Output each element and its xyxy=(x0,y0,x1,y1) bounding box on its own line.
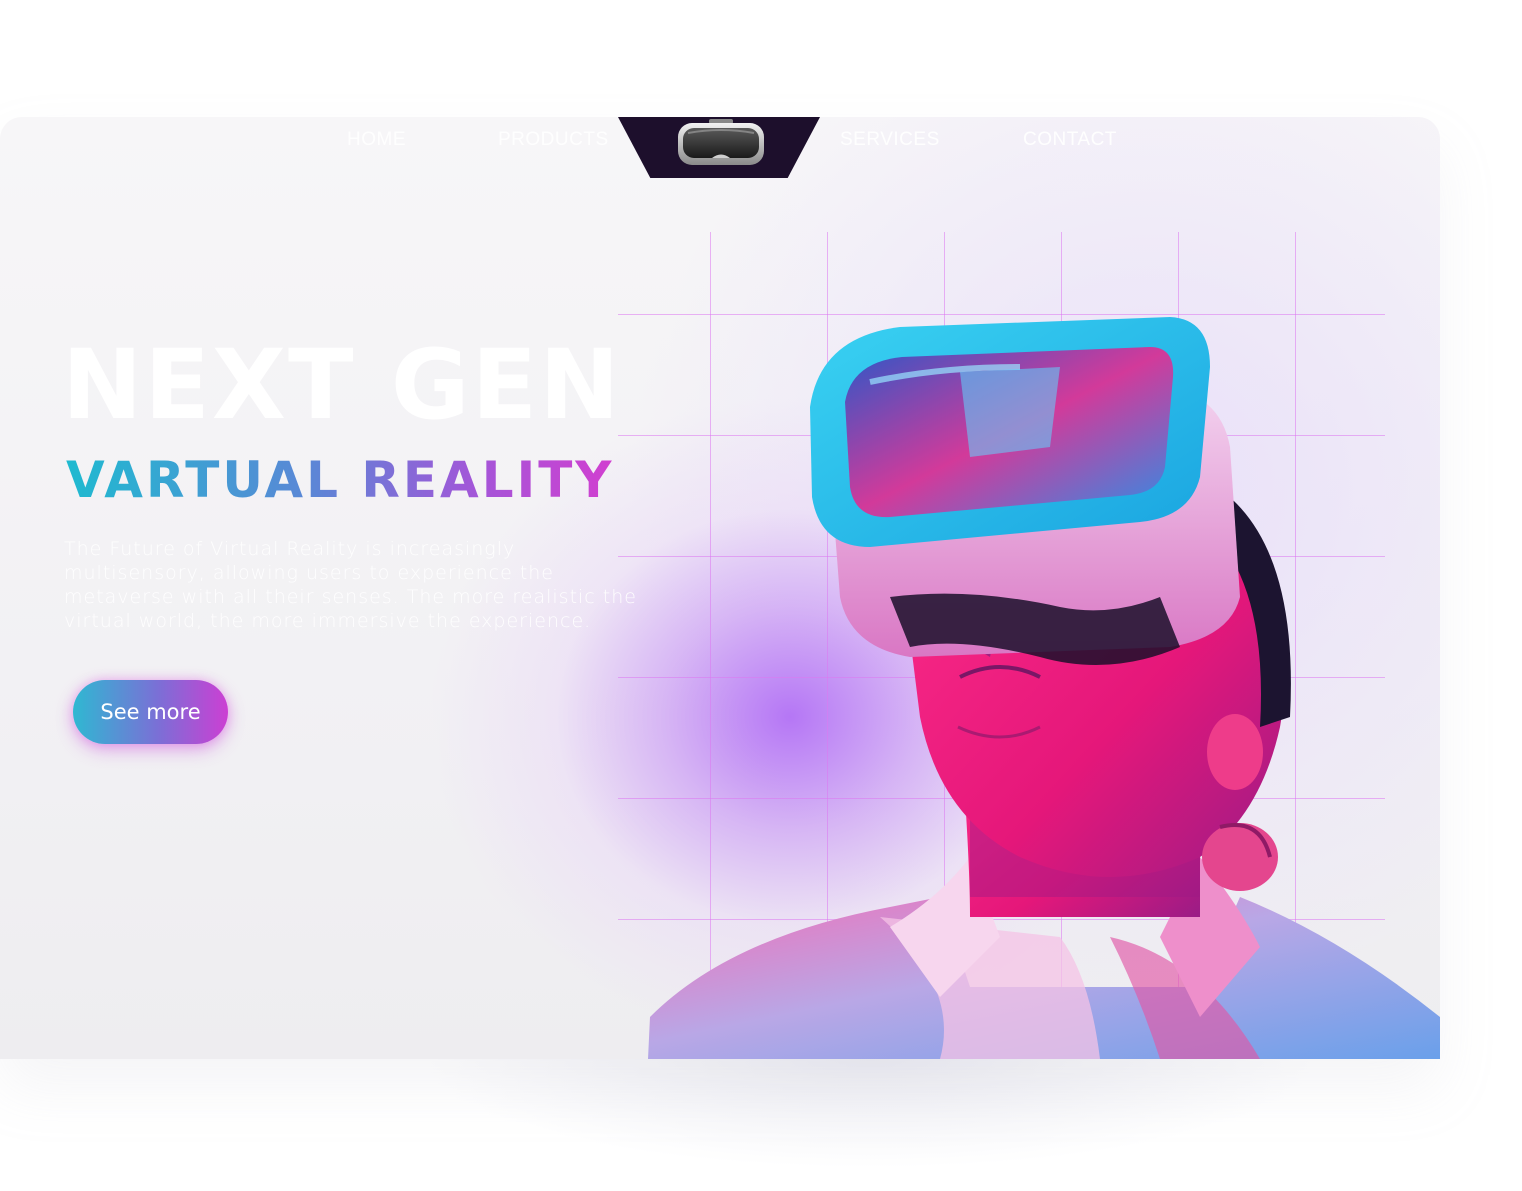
vr-person-image xyxy=(648,317,1440,1059)
hero-subtitle: VARTUAL REALITY xyxy=(66,451,615,509)
hero-description: The Future of Virtual Reality is increas… xyxy=(64,538,637,632)
vr-headset-icon[interactable] xyxy=(676,119,766,169)
nav-products[interactable]: PRODUCTS xyxy=(498,129,609,151)
nav-contact[interactable]: CONTACT xyxy=(1023,129,1117,151)
nav-home[interactable]: HOME xyxy=(347,129,406,151)
hero-card: HOME PRODUCTS SERVICES CONTACT NEXT GEN … xyxy=(0,117,1440,1059)
card-shadow xyxy=(420,1059,1320,1169)
see-more-button[interactable]: See more xyxy=(73,680,228,744)
nav-services[interactable]: SERVICES xyxy=(840,129,940,151)
hero-title: NEXT GEN xyxy=(62,329,622,441)
